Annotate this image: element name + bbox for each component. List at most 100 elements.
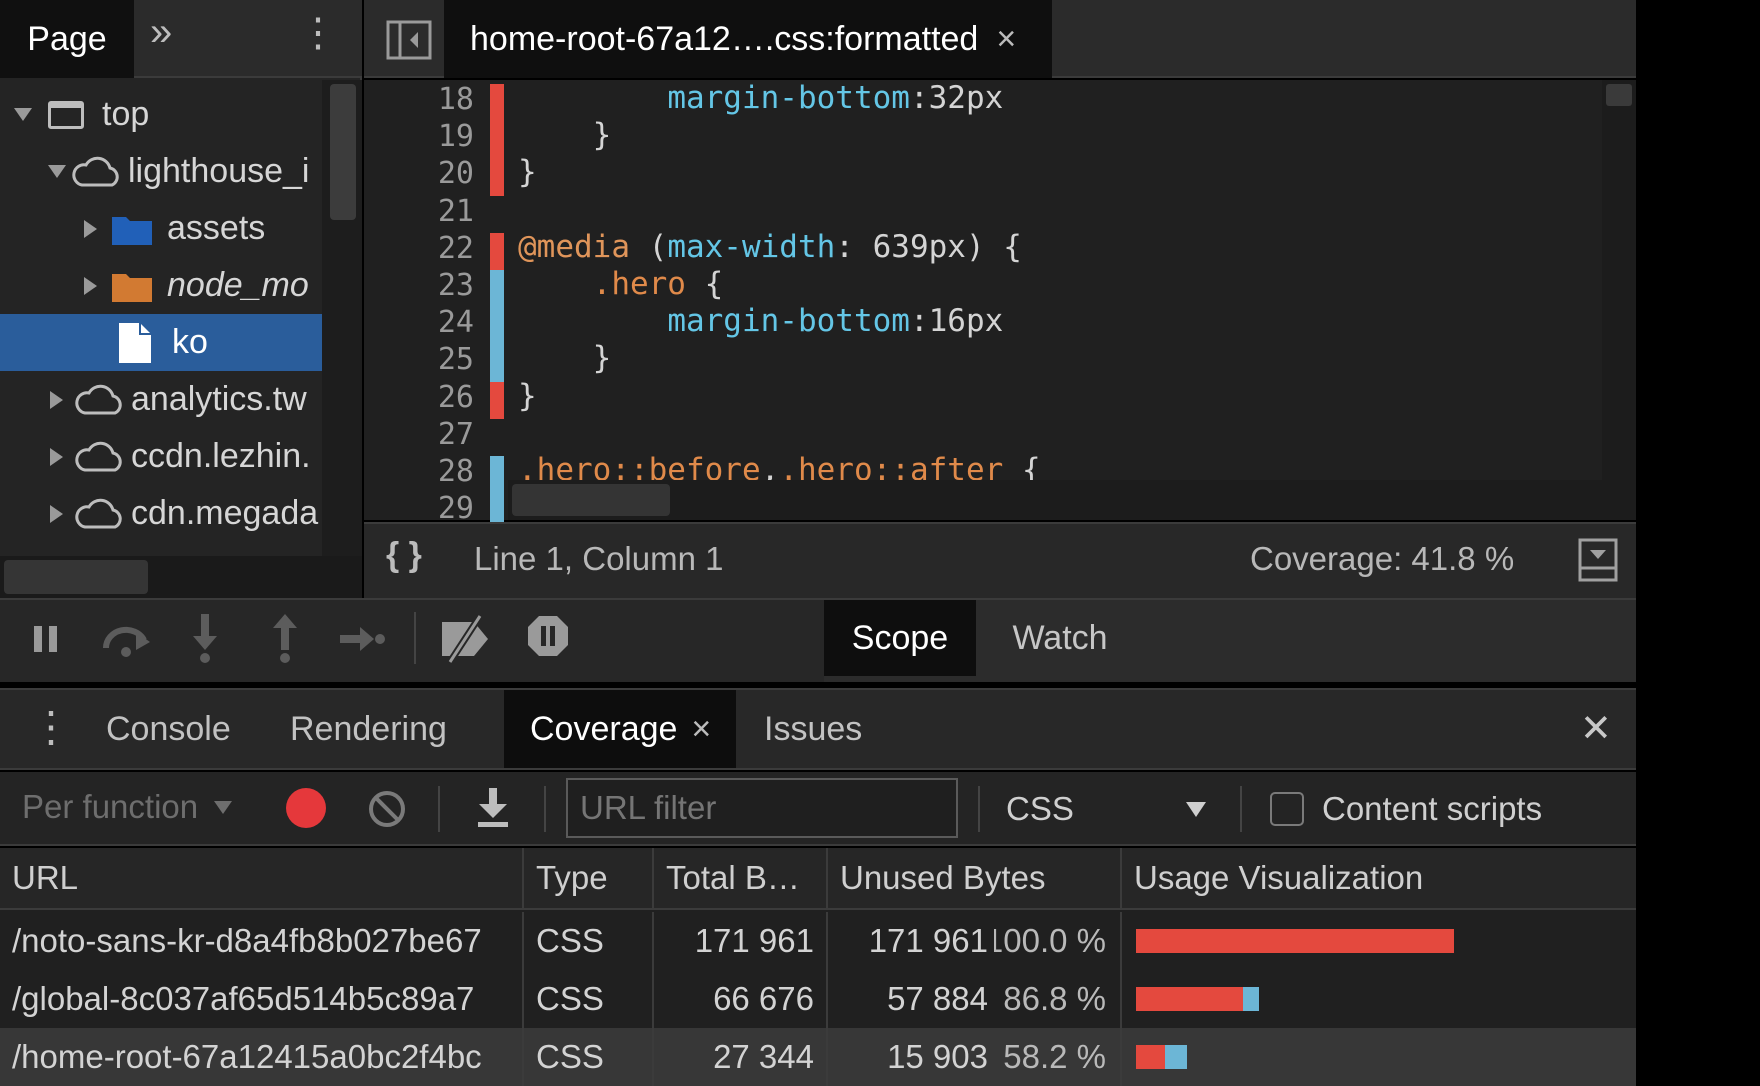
content-scripts-checkbox[interactable] xyxy=(1270,792,1304,826)
expand-arrow-icon[interactable] xyxy=(50,504,63,523)
tree-item-ko[interactable]: ko xyxy=(0,314,322,371)
tab-console[interactable]: Console xyxy=(106,690,231,768)
code-line[interactable]: } xyxy=(518,340,612,376)
cell-pct: 100.0 % xyxy=(994,912,1122,970)
toggle-navigator-icon[interactable] xyxy=(386,20,432,60)
cell-unused: 15 903 xyxy=(887,1038,988,1075)
cloud-icon xyxy=(73,440,125,474)
tree-item-label: node_mo xyxy=(167,266,309,304)
line-number[interactable]: 27 xyxy=(384,417,474,452)
expand-arrow-icon[interactable] xyxy=(84,276,97,295)
tree-item-ccdn[interactable]: ccdn.lezhin. xyxy=(0,428,322,485)
tab-watch[interactable]: Watch xyxy=(990,600,1130,676)
code-line[interactable]: margin-bottom:16px xyxy=(518,303,1003,339)
step-over-icon[interactable] xyxy=(100,618,154,658)
line-number[interactable]: 22 xyxy=(384,231,474,266)
code-line[interactable]: margin-bottom:32px xyxy=(518,80,1003,116)
expand-arrow-icon[interactable] xyxy=(48,165,66,178)
folder-icon xyxy=(111,269,153,303)
step-out-icon[interactable] xyxy=(272,614,298,664)
tree-item-cdn-megada[interactable]: cdn.megada xyxy=(0,485,322,542)
tab-scope[interactable]: Scope xyxy=(824,600,976,676)
code-line[interactable]: .hero { xyxy=(518,266,724,302)
toggle-debugger-icon[interactable] xyxy=(1578,538,1618,582)
line-number[interactable]: 19 xyxy=(384,119,474,154)
line-number[interactable]: 21 xyxy=(384,194,474,229)
tree-item-assets[interactable]: assets xyxy=(0,200,322,257)
editor-horizontal-scrollbar[interactable] xyxy=(508,480,1602,520)
deactivate-breakpoints-icon[interactable] xyxy=(438,614,494,664)
coverage-mode-label: Per function xyxy=(22,788,199,825)
close-tab-icon[interactable]: × xyxy=(996,20,1016,59)
tab-coverage[interactable]: Coverage × xyxy=(504,690,736,768)
tab-issues[interactable]: Issues xyxy=(764,690,862,768)
divider xyxy=(544,786,546,832)
editor-hscroll-thumb[interactable] xyxy=(512,484,670,516)
line-number[interactable]: 26 xyxy=(384,380,474,415)
code-line[interactable]: } xyxy=(518,117,612,153)
code-line[interactable]: } xyxy=(518,154,537,190)
cloud-icon xyxy=(73,383,125,417)
code-line[interactable]: @media (max-width: 639px) { xyxy=(518,229,1022,265)
editor-vertical-scrollbar[interactable] xyxy=(1602,80,1636,520)
table-row[interactable]: /home-root-67a12415a0bc2f4bc CSS 27 344 15 … xyxy=(0,1028,1636,1086)
tree-item-lighthouse[interactable]: lighthouse_i xyxy=(0,143,322,200)
line-number[interactable]: 24 xyxy=(384,305,474,340)
code-line[interactable]: } xyxy=(518,378,537,414)
clear-icon[interactable] xyxy=(368,790,406,828)
step-icon[interactable] xyxy=(340,624,386,654)
navigator-menu-icon[interactable]: ⋮ xyxy=(298,10,338,66)
line-number[interactable]: 18 xyxy=(384,82,474,117)
step-into-icon[interactable] xyxy=(192,614,218,664)
drawer-menu-icon[interactable]: ⋮ xyxy=(30,702,72,751)
coverage-marker-used xyxy=(490,456,504,494)
expand-arrow-icon[interactable] xyxy=(14,108,32,121)
expand-arrow-icon[interactable] xyxy=(50,390,63,409)
tree-item-node-modules[interactable]: node_mo xyxy=(0,257,322,314)
line-number[interactable]: 25 xyxy=(384,342,474,377)
close-coverage-tab-icon[interactable]: × xyxy=(691,710,711,749)
coverage-marker-used xyxy=(490,270,504,308)
editor-vscroll-thumb[interactable] xyxy=(1606,84,1632,106)
expand-arrow-icon[interactable] xyxy=(84,219,97,238)
editor-file-tab[interactable]: home-root-67a12….css:formatted × xyxy=(444,0,1052,78)
frame-icon xyxy=(48,100,84,129)
coverage-marker-unused xyxy=(490,158,504,196)
column-header-total-bytes[interactable]: Total B… xyxy=(654,848,828,910)
table-row[interactable]: /global-8c037af65d514b5c89a7 CSS 66 676 57 … xyxy=(0,970,1636,1028)
tree-item-label: ccdn.lezhin. xyxy=(131,437,311,475)
coverage-marker-used xyxy=(490,344,504,382)
tab-rendering[interactable]: Rendering xyxy=(290,690,447,768)
line-number[interactable]: 28 xyxy=(384,454,474,489)
content-scripts-label: Content scripts xyxy=(1322,790,1543,827)
navigator-scroll-thumb[interactable] xyxy=(330,84,356,220)
line-number[interactable]: 23 xyxy=(384,268,474,303)
chevron-down-icon xyxy=(1186,801,1206,817)
type-filter-select[interactable]: CSS xyxy=(1006,782,1206,836)
url-filter-input[interactable] xyxy=(566,778,958,838)
line-number[interactable]: 20 xyxy=(384,156,474,191)
column-header-usage-visualization[interactable]: Usage Visualization xyxy=(1122,848,1636,910)
record-icon[interactable] xyxy=(286,788,326,828)
pretty-print-button[interactable]: { } xyxy=(386,536,422,575)
pause-on-exceptions-icon[interactable] xyxy=(526,614,570,658)
close-drawer-icon[interactable]: ✕ xyxy=(1580,706,1612,751)
navigator-hscroll-thumb[interactable] xyxy=(4,560,148,594)
tab-page[interactable]: Page xyxy=(0,0,134,78)
cell-unused: 57 884 xyxy=(887,980,988,1017)
tree-item-analytics[interactable]: analytics.tw xyxy=(0,371,322,428)
line-number[interactable]: 29 xyxy=(384,491,474,526)
divider xyxy=(438,786,440,832)
unused-bytes-bar xyxy=(1136,929,1454,953)
expand-arrow-icon[interactable] xyxy=(50,447,63,466)
cell-total: 171 961 xyxy=(654,912,828,970)
export-icon[interactable] xyxy=(476,788,510,828)
column-header-url[interactable]: URL xyxy=(0,848,524,910)
more-tabs-icon[interactable]: » xyxy=(150,10,190,66)
coverage-mode-select[interactable]: Per function xyxy=(22,788,233,826)
column-header-unused-bytes[interactable]: Unused Bytes xyxy=(828,848,1122,910)
pause-icon[interactable] xyxy=(32,626,60,652)
tree-item-top[interactable]: top xyxy=(0,86,322,143)
column-header-type[interactable]: Type xyxy=(524,848,654,910)
table-row[interactable]: /noto-sans-kr-d8a4fb8b027be67 CSS 171 961 1… xyxy=(0,912,1636,970)
